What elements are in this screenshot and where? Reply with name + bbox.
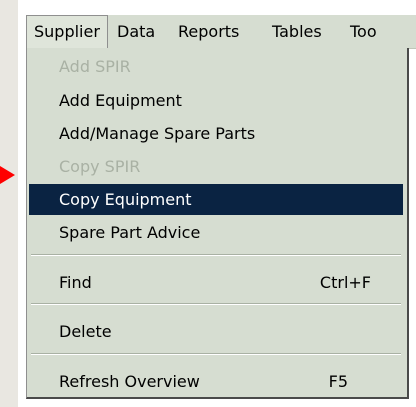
menu-data[interactable]: Data [110,15,162,48]
menu-item-delete[interactable]: Delete [29,316,403,347]
menu-reports[interactable]: Reports [171,15,246,48]
shortcut-refresh: F5 [328,372,348,391]
menu-item-find[interactable]: Find Ctrl+F [29,267,403,298]
menu-item-copy-equipment[interactable]: Copy Equipment [29,184,403,215]
menu-item-add-equipment[interactable]: Add Equipment [29,85,403,116]
menu-supplier[interactable]: Supplier [26,15,108,48]
menu-item-refresh-overview[interactable]: Refresh Overview F5 [29,366,403,397]
menu-item-spare-part-advice[interactable]: Spare Part Advice [29,217,403,248]
menu-tables[interactable]: Tables [265,15,329,48]
menu-separator [31,254,401,256]
shortcut-find: Ctrl+F [319,273,371,292]
menu-item-add-manage-spare-parts[interactable]: Add/Manage Spare Parts [29,118,403,149]
background-left [0,0,18,407]
menu-tools[interactable]: Too [343,15,384,48]
menu-item-add-spir: Add SPIR [59,57,131,76]
menu-item-copy-spir: Copy SPIR [59,157,141,176]
menu-separator [31,353,401,355]
menu-bar: Supplier Data Reports Tables Too [26,15,416,49]
menu-separator [31,303,401,305]
supplier-dropdown-menu: Add SPIR Add Equipment Add/Manage Spare … [26,48,409,399]
red-arrow-pointer-icon [0,166,15,184]
